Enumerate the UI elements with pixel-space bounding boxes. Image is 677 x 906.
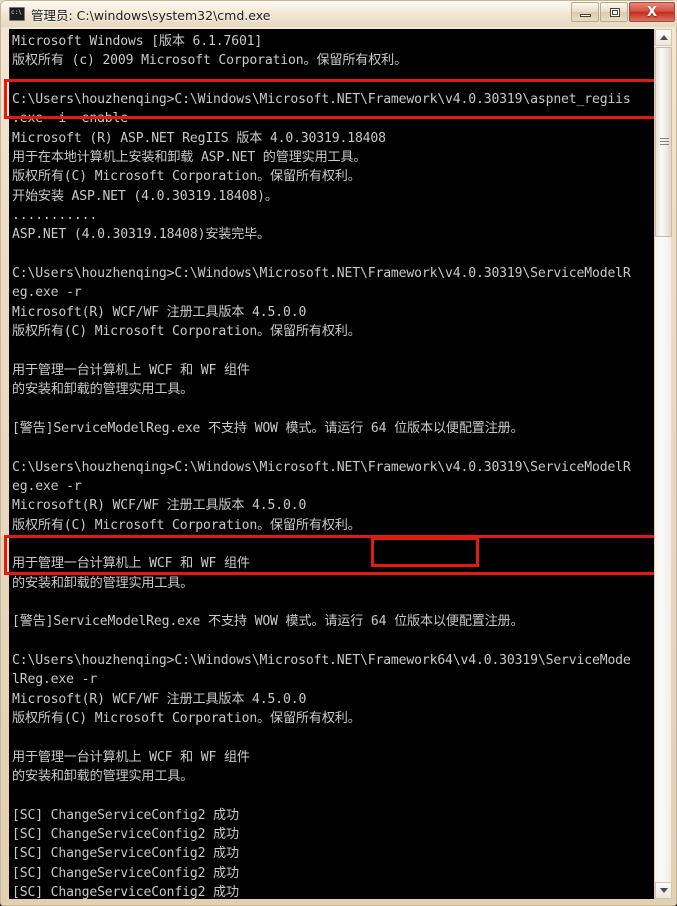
console-line: Microsoft(R) WCF/WF 注册工具版本 4.5.0.0 [12, 304, 307, 320]
console-line: 用于管理一台计算机上 WCF 和 WF 组件 [12, 749, 250, 765]
close-icon: X [646, 5, 658, 20]
console-line: 用于管理一台计算机上 WCF 和 WF 组件 [12, 556, 250, 572]
console-line: 的安装和卸载的管理实用工具。 [12, 575, 194, 591]
console-line: 版权所有(C) Microsoft Corporation。保留所有权利。 [12, 324, 361, 340]
console-line: 版权所有(C) Microsoft Corporation。保留所有权利。 [12, 169, 361, 185]
console-line: Microsoft (R) ASP.NET RegIIS 版本 4.0.3031… [12, 130, 386, 146]
console-line: Microsoft Windows [版本 6.1.7601] [12, 34, 263, 49]
console-line: C:\Users\houzhenqing>C:\Windows\Microsof… [12, 653, 631, 668]
console-line: eg.exe -r [12, 478, 82, 494]
console-line: ASP.NET (4.0.30319.18408)安装完毕。 [12, 227, 271, 243]
console-line: [SC] ChangeServiceConfig2 成功 [12, 865, 239, 881]
screenshot-root: 管理员: C:\windows\system32\cmd.exe X Micro… [0, 0, 677, 906]
cmd-console-icon [9, 7, 25, 21]
console-line: [SC] ChangeServiceConfig2 成功 [12, 827, 239, 843]
scroll-up-arrow-icon [660, 35, 668, 40]
console-line: 版权所有(C) Microsoft Corporation。保留所有权利。 [12, 517, 361, 533]
console-line: [警告]ServiceModelReg.exe 不支持 WOW 模式。请运行 6… [12, 420, 524, 436]
scroll-down-arrow-icon [660, 888, 668, 893]
window-title: 管理员: C:\windows\system32\cmd.exe [31, 7, 271, 23]
console-line: C:\Users\houzhenqing>C:\Windows\Microsof… [12, 266, 631, 282]
console-line: 的安装和卸载的管理实用工具。 [12, 382, 194, 398]
maximize-icon [610, 8, 620, 17]
console-line: eg.exe -r [12, 285, 82, 301]
minimize-button[interactable] [571, 2, 599, 22]
caption-buttons: X [571, 2, 675, 22]
console-output-area[interactable]: Microsoft Windows [版本 6.1.7601] 版权所有 (c) … [9, 29, 654, 899]
scroll-thumb[interactable] [655, 47, 672, 237]
console-line: 版权所有 (c) 2009 Microsoft Corporation。保留所有… [12, 53, 408, 69]
console-line: 用于在本地计算机上安装和卸载 ASP.NET 的管理实用工具。 [12, 150, 367, 166]
maximize-button[interactable] [600, 2, 628, 22]
scroll-up-button[interactable] [655, 29, 672, 46]
console-line: .exe -i -enable [12, 111, 128, 127]
console-line: lReg.exe -r [12, 672, 98, 688]
console-line: 版权所有(C) Microsoft Corporation。保留所有权利。 [12, 711, 361, 727]
console-line: [SC] ChangeServiceConfig2 成功 [12, 807, 239, 823]
console-line: 的安装和卸载的管理实用工具。 [12, 769, 194, 785]
console-line: 用于管理一台计算机上 WCF 和 WF 组件 [12, 362, 250, 378]
console-line: [警告]ServiceModelReg.exe 不支持 WOW 模式。请运行 6… [12, 614, 524, 630]
console-text: Microsoft Windows [版本 6.1.7601] 版权所有 (c) … [12, 32, 652, 899]
console-line: Microsoft(R) WCF/WF 注册工具版本 4.5.0.0 [12, 498, 307, 514]
console-line: [SC] ChangeServiceConfig2 成功 [12, 885, 239, 899]
console-line: C:\Users\houzhenqing>C:\Windows\Microsof… [12, 459, 631, 475]
console-line: ........... [12, 208, 98, 224]
title-bar[interactable]: 管理员: C:\windows\system32\cmd.exe X [1, 1, 677, 27]
minimize-icon [580, 14, 591, 17]
console-line: C:\Users\houzhenqing>C:\Windows\Microsof… [12, 92, 631, 108]
console-line: 开始安装 ASP.NET (4.0.30319.18408)。 [12, 188, 278, 204]
console-line: [SC] ChangeServiceConfig2 成功 [12, 846, 239, 862]
console-line: Microsoft(R) WCF/WF 注册工具版本 4.5.0.0 [12, 691, 307, 707]
scroll-grip-icon [660, 138, 669, 146]
vertical-scrollbar[interactable] [654, 29, 672, 899]
scroll-down-button[interactable] [655, 882, 672, 899]
cmd-window: 管理员: C:\windows\system32\cmd.exe X Micro… [0, 0, 677, 906]
close-button[interactable]: X [629, 2, 675, 22]
